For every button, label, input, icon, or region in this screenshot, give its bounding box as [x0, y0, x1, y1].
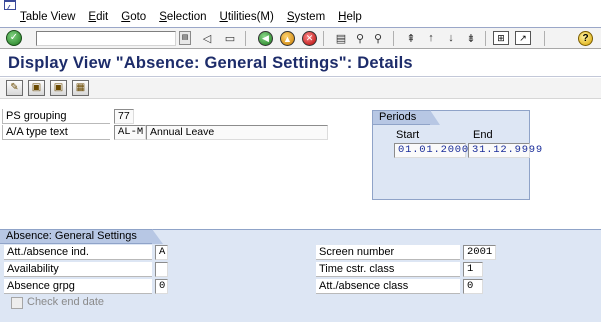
absence-grpg-label: Absence grpg: [4, 279, 152, 294]
att-absence-ind-label: Att./absence ind.: [4, 245, 152, 260]
check-end-date-checkbox[interactable]: [11, 297, 23, 309]
cancel-icon[interactable]: ✕: [302, 31, 317, 46]
aa-type-label: A/A type text: [2, 125, 110, 140]
standard-toolbar: ✓ ▤ ◁ ▭ ◀ ▲ ✕ ▤ ⚲ ⚲ ⇞ ↑ ↓ ⇟ ⊞ ↗ ?: [0, 28, 601, 49]
shortcut-icon[interactable]: ↗: [515, 31, 531, 45]
toolbar-separator: [393, 31, 394, 46]
toolbar-separator: [544, 31, 545, 46]
period-start-field[interactable]: 01.01.2000: [394, 143, 468, 158]
periods-group: Periods Start End 01.01.2000 31.12.9999: [372, 110, 542, 200]
aa-type-code[interactable]: AL-M: [114, 125, 146, 140]
ps-grouping-label: PS grouping: [2, 109, 110, 124]
save-icon[interactable]: ▭: [222, 31, 238, 45]
menu-bar: Table View Edit Goto Selection Utilities…: [0, 0, 601, 29]
system-menu-icon[interactable]: [4, 0, 16, 10]
enter-icon[interactable]: ✓: [6, 30, 22, 46]
aa-type-text[interactable]: Annual Leave: [146, 125, 328, 140]
att-absence-class-label: Att./absence class: [316, 279, 460, 294]
menu-utilities[interactable]: Utilities(M): [220, 11, 274, 23]
previous-entry-icon[interactable]: ▣: [28, 80, 45, 96]
application-toolbar: ✎ ▣ ▣ ▦: [0, 78, 601, 99]
help-icon[interactable]: ?: [578, 31, 593, 46]
toolbar-separator: [323, 31, 324, 46]
general-settings-group: Absence: General Settings Att./absence i…: [0, 229, 601, 322]
toolbar-separator: [245, 31, 246, 46]
menu-items: Table View Edit Goto Selection Utilities…: [20, 11, 375, 23]
screen-number-field[interactable]: 2001: [463, 245, 496, 260]
find-icon[interactable]: ⚲: [352, 31, 368, 45]
title-bar: Display View "Absence: General Settings"…: [0, 50, 601, 77]
toolbar-separator: [485, 31, 486, 46]
menu-selection[interactable]: Selection: [159, 11, 206, 23]
page-title: Display View "Absence: General Settings"…: [8, 54, 413, 72]
command-dropdown-icon[interactable]: ▤: [179, 31, 191, 45]
menu-goto[interactable]: Goto: [121, 11, 146, 23]
period-end-label: End: [473, 129, 493, 141]
att-absence-ind-field[interactable]: A: [155, 245, 168, 260]
exit-icon[interactable]: ▲: [280, 31, 295, 46]
period-start-label: Start: [396, 129, 420, 141]
att-absence-class-field[interactable]: 0: [463, 279, 483, 294]
ps-grouping-value[interactable]: 77: [114, 109, 134, 124]
menu-table-view[interactable]: Table View: [20, 11, 75, 23]
variable-list-icon[interactable]: ▦: [72, 80, 89, 96]
back-icon[interactable]: ◀: [258, 31, 273, 46]
command-field[interactable]: [36, 31, 176, 46]
detail-screen: PS grouping 77 A/A type text AL-M Annual…: [0, 100, 601, 322]
availability-field[interactable]: [155, 262, 168, 277]
time-cstr-class-field[interactable]: 1: [463, 262, 483, 277]
menu-help[interactable]: Help: [338, 11, 362, 23]
previous-page-icon[interactable]: ↑: [423, 31, 439, 45]
collapse-icon[interactable]: ◁: [199, 31, 215, 45]
periods-title: Periods: [373, 110, 440, 125]
time-cstr-class-label: Time cstr. class: [316, 262, 460, 277]
screen-number-label: Screen number: [316, 245, 460, 260]
period-end-field[interactable]: 31.12.9999: [468, 143, 542, 158]
check-end-date-label: Check end date: [27, 296, 105, 308]
find-next-icon[interactable]: ⚲: [370, 31, 386, 45]
general-settings-title: Absence: General Settings: [0, 229, 163, 244]
absence-grpg-field[interactable]: 0: [155, 279, 168, 294]
menu-system[interactable]: System: [287, 11, 325, 23]
last-page-icon[interactable]: ⇟: [463, 31, 479, 45]
display-change-icon[interactable]: ✎: [6, 80, 23, 96]
next-entry-icon[interactable]: ▣: [50, 80, 67, 96]
next-page-icon[interactable]: ↓: [443, 31, 459, 45]
availability-label: Availability: [4, 262, 152, 277]
print-icon[interactable]: ▤: [333, 31, 349, 45]
first-page-icon[interactable]: ⇞: [403, 31, 419, 45]
menu-edit[interactable]: Edit: [88, 11, 108, 23]
create-session-icon[interactable]: ⊞: [493, 31, 509, 45]
